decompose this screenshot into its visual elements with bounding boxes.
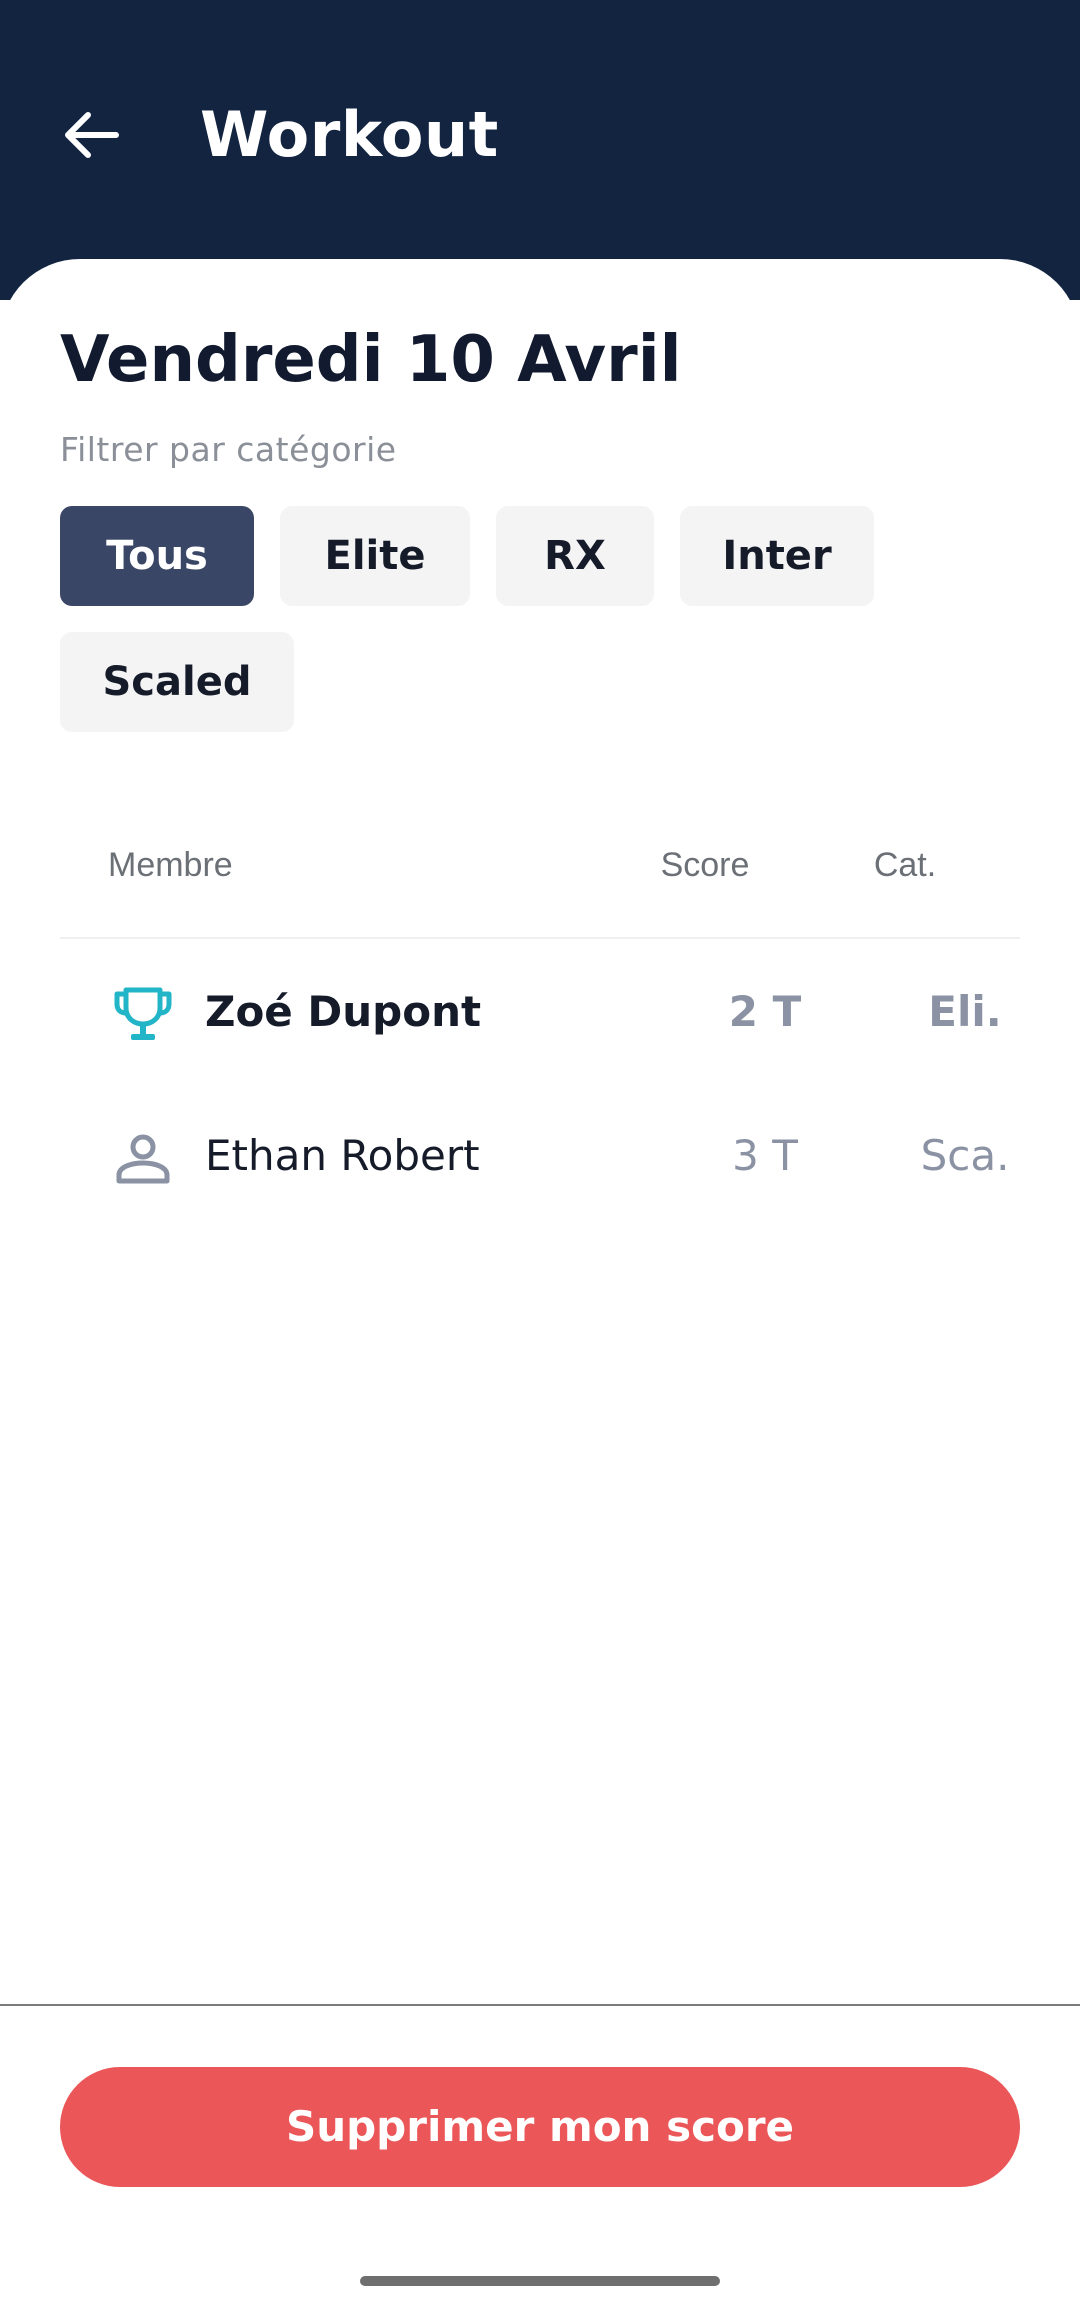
person-icon (116, 1134, 170, 1184)
table-divider (60, 937, 1020, 939)
filter-chip-scaled[interactable]: Scaled (60, 632, 294, 732)
member-name: Ethan Robert (205, 1131, 480, 1180)
score-value: 3 T (732, 1131, 798, 1180)
footer-divider (0, 2004, 1080, 2006)
filter-chip-rx[interactable]: RX (496, 506, 654, 606)
member-name: Zoé Dupont (205, 987, 482, 1036)
delete-score-button[interactable]: Supprimer mon score (60, 2067, 1020, 2187)
app-header (0, 0, 1080, 300)
table-row[interactable]: Ethan Robert 3 T Sca. (60, 1096, 1020, 1216)
date-title: Vendredi 10 Avril (60, 323, 682, 397)
column-header-score: Score (660, 846, 750, 884)
filter-chip-inter[interactable]: Inter (680, 506, 874, 606)
page-title: Workout (200, 98, 499, 171)
column-header-member: Membre (108, 846, 233, 884)
filter-chip-elite[interactable]: Elite (280, 506, 470, 606)
category-value: Eli. (928, 987, 1002, 1036)
filter-chip-tous[interactable]: Tous (60, 506, 254, 606)
column-header-category: Cat. (873, 846, 937, 884)
category-value: Sca. (920, 1131, 1010, 1180)
trophy-icon (114, 987, 172, 1040)
home-indicator[interactable] (360, 2276, 720, 2286)
table-row[interactable]: Zoé Dupont 2 T Eli. (60, 952, 1020, 1072)
back-button[interactable] (56, 100, 126, 170)
filter-label: Filtrer par catégorie (60, 430, 397, 469)
score-value: 2 T (728, 987, 802, 1036)
arrow-left-icon (65, 112, 119, 158)
